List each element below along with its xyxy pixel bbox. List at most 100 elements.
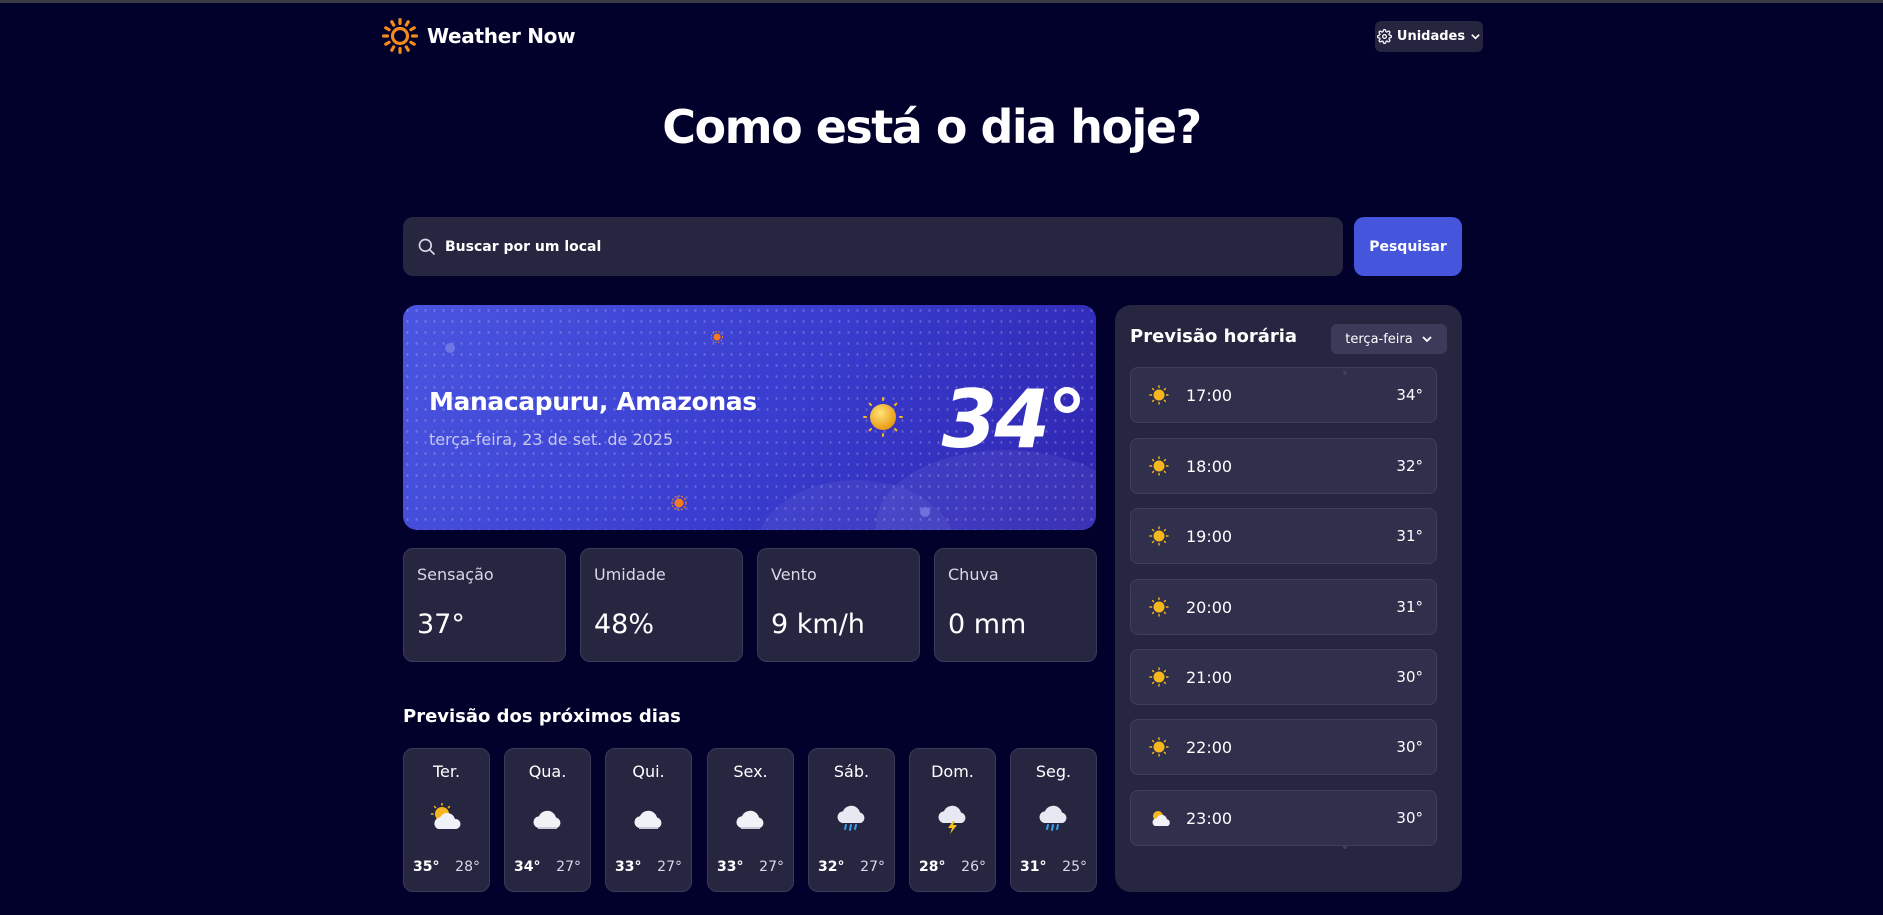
day-max-temp: 33° [615, 859, 642, 875]
hour-time: 22:00 [1186, 738, 1233, 757]
current-temperature: 34° [941, 373, 1087, 466]
sun-icon [863, 397, 903, 437]
hour-row: 19:00 31° [1130, 508, 1437, 564]
gear-icon [1376, 29, 1392, 44]
search-button[interactable]: Pesquisar [1354, 217, 1462, 276]
hour-row: 17:00 34° [1130, 367, 1437, 423]
day-card-sab: Sáb. 32° 27° [808, 748, 895, 892]
day-max-temp: 31° [1020, 859, 1047, 875]
hour-row: 22:00 30° [1130, 719, 1437, 775]
hour-temp: 32° [1396, 457, 1423, 475]
small-sun-icon [671, 495, 687, 511]
day-name: Dom. [931, 762, 974, 781]
chevron-down-icon [1471, 34, 1480, 40]
hour-temp: 30° [1396, 809, 1423, 827]
chevron-down-icon [1422, 336, 1432, 343]
day-name: Qui. [632, 762, 665, 781]
app-logo[interactable]: Weather Now [381, 17, 576, 55]
hour-time: 19:00 [1186, 527, 1233, 546]
sun-icon [1149, 667, 1169, 687]
small-sun-icon [711, 331, 723, 343]
day-name: Qua. [528, 762, 567, 781]
day-select-dropdown[interactable]: terça-feira [1331, 324, 1447, 354]
hour-row: 23:00 30° [1130, 790, 1437, 846]
sun-icon [1149, 456, 1169, 476]
rain-cloud-icon [1039, 805, 1067, 831]
current-weather-card: Manacapuru, Amazonas terça-feira, 23 de … [403, 305, 1096, 530]
day-card-ter: Ter. 35° 28° [403, 748, 490, 892]
hour-row: 21:00 30° [1130, 649, 1437, 705]
stat-label: Umidade [594, 565, 666, 584]
hourly-forecast-title: Previsão horária [1130, 326, 1298, 347]
day-max-temp: 34° [514, 859, 541, 875]
hour-row: 18:00 32° [1130, 438, 1437, 494]
day-min-temp: 27° [860, 859, 885, 875]
search-icon [418, 238, 436, 255]
day-min-temp: 25° [1062, 859, 1087, 875]
rain-cloud-icon [837, 805, 865, 831]
stat-value: 48% [594, 609, 655, 640]
selected-day-label: terça-feira [1345, 331, 1413, 347]
stat-value: 0 mm [948, 609, 1027, 640]
search-bar[interactable] [403, 217, 1343, 276]
units-label: Unidades [1396, 29, 1466, 44]
hour-temp: 31° [1396, 527, 1423, 545]
hour-time: 23:00 [1186, 809, 1233, 828]
stat-label: Vento [771, 565, 817, 584]
stat-feels-like: Sensação 37° [403, 548, 566, 662]
day-min-temp: 28° [455, 859, 480, 875]
day-max-temp: 32° [818, 859, 845, 875]
cloud-icon [736, 810, 764, 829]
sun-icon [1149, 385, 1169, 405]
stat-wind: Vento 9 km/h [757, 548, 920, 662]
location-name: Manacapuru, Amazonas [429, 387, 757, 416]
day-card-qua: Qua. 34° 27° [504, 748, 591, 892]
sun-icon [1149, 737, 1169, 757]
sun-icon [1149, 526, 1169, 546]
scrollbar-top-cap [1343, 371, 1347, 375]
day-name: Sáb. [833, 762, 870, 781]
window-top-border [0, 0, 1883, 3]
current-date: terça-feira, 23 de set. de 2025 [429, 430, 674, 449]
day-min-temp: 27° [657, 859, 682, 875]
scrollbar-bottom-cap [1343, 845, 1347, 849]
search-input[interactable] [445, 238, 1325, 255]
small-star-icon [445, 343, 455, 353]
hour-temp: 34° [1396, 386, 1423, 404]
hour-time: 20:00 [1186, 598, 1233, 617]
hour-temp: 31° [1396, 598, 1423, 616]
day-card-qui: Qui. 33° 27° [605, 748, 692, 892]
stat-label: Sensação [417, 565, 494, 584]
page-title: Como está o dia hoje? [662, 100, 1202, 154]
day-name: Ter. [432, 762, 461, 781]
sun-logo-icon [382, 18, 418, 54]
hour-row: 20:00 31° [1130, 579, 1437, 635]
storm-cloud-icon [938, 805, 966, 834]
partly-cloudy-icon [430, 803, 461, 829]
small-star-icon [920, 507, 930, 517]
sun-icon [1149, 597, 1169, 617]
day-max-temp: 35° [413, 859, 440, 875]
day-max-temp: 28° [919, 859, 946, 875]
stat-value: 9 km/h [771, 609, 865, 640]
partly-cloudy-icon [1152, 811, 1170, 826]
hour-time: 21:00 [1186, 668, 1233, 687]
units-dropdown-button[interactable]: Unidades [1375, 21, 1483, 52]
cloud-icon [634, 810, 662, 829]
hour-temp: 30° [1396, 668, 1423, 686]
stat-rain: Chuva 0 mm [934, 548, 1097, 662]
cloud-icon [533, 810, 561, 829]
day-card-seg: Seg. 31° 25° [1010, 748, 1097, 892]
hourly-forecast-panel: Previsão horária terça-feira 17:00 34° 1… [1115, 305, 1462, 892]
daily-forecast-title: Previsão dos próximos dias [403, 706, 681, 727]
hour-time: 18:00 [1186, 457, 1233, 476]
day-card-sex: Sex. 33° 27° [707, 748, 794, 892]
day-max-temp: 33° [717, 859, 744, 875]
day-min-temp: 27° [556, 859, 581, 875]
hourly-scrollbar[interactable] [1341, 371, 1349, 851]
stat-label: Chuva [948, 565, 999, 584]
day-name: Seg. [1035, 762, 1072, 781]
day-card-dom: Dom. 28° 26° [909, 748, 996, 892]
stat-humidity: Umidade 48% [580, 548, 743, 662]
stat-value: 37° [417, 609, 465, 640]
